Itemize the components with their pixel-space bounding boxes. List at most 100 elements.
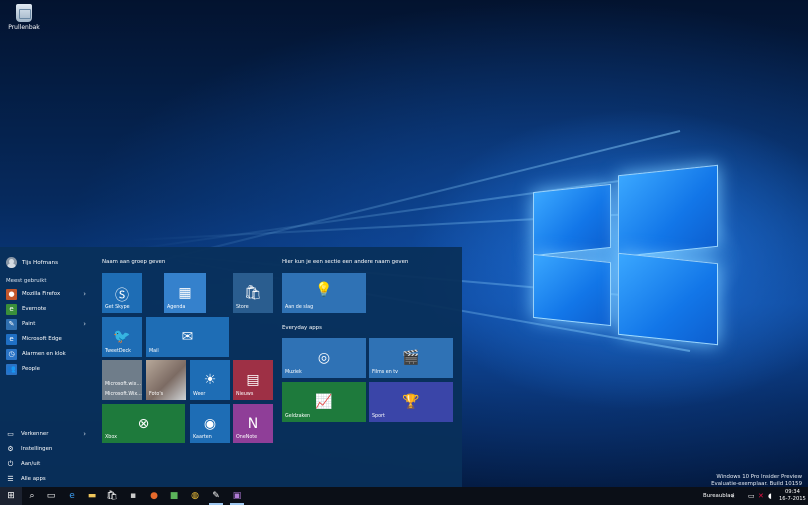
tile-store[interactable]: 🛍 Store bbox=[233, 273, 273, 313]
system-verkenner[interactable]: ▭ Verkenner › bbox=[6, 427, 90, 441]
system-label: Aan/uit bbox=[21, 461, 41, 467]
windows-logo-pane bbox=[533, 253, 611, 327]
taskbar-explorer[interactable]: ▬ bbox=[82, 487, 102, 505]
news-icon: ▤ bbox=[246, 372, 260, 388]
taskbar-store[interactable]: 🛍 bbox=[102, 487, 122, 505]
tile-onenote[interactable]: N OneNote bbox=[233, 404, 273, 443]
system-alle-apps[interactable]: ☰ Alle apps bbox=[6, 472, 90, 486]
music-icon: ◎ bbox=[317, 350, 331, 366]
notification-icon[interactable]: ▭ bbox=[748, 487, 755, 505]
system-label: Alle apps bbox=[21, 476, 46, 482]
group-title[interactable]: Hier kun je een sectie een andere naam g… bbox=[282, 259, 408, 265]
tile-skype[interactable]: Ⓢ Get Skype bbox=[102, 273, 142, 313]
taskbar-chrome[interactable]: ◍ bbox=[185, 487, 205, 505]
tile-weather[interactable]: ☀ Weer bbox=[190, 360, 230, 400]
search-button[interactable]: ⌕ bbox=[22, 487, 42, 505]
app-evernote[interactable]: e Evernote bbox=[6, 302, 90, 316]
start-button[interactable]: ⊞ bbox=[0, 487, 22, 505]
taskbar: ⊞ ⌕ ▭ e ▬ 🛍 ▪ ● ■ ◍ ✎ ▣ Bureaublad « ▭ ✕… bbox=[0, 487, 808, 505]
taskbar-app[interactable]: ▣ bbox=[227, 487, 247, 505]
desktop-toolbar-label[interactable]: Bureaublad bbox=[703, 487, 734, 505]
app-label: Paint bbox=[22, 321, 36, 327]
chevron-right-icon[interactable]: › bbox=[83, 430, 86, 438]
task-view-icon: ▭ bbox=[46, 491, 56, 501]
tile-label: Geldzaken bbox=[285, 414, 311, 419]
tile-money[interactable]: 📈 Geldzaken bbox=[282, 382, 366, 422]
system-instellingen[interactable]: ⚙ Instellingen bbox=[6, 442, 90, 456]
tile-label: Get Skype bbox=[105, 305, 130, 310]
recycle-bin-shortcut[interactable]: Prullenbak bbox=[4, 4, 44, 31]
tile-music[interactable]: ◎ Muziek bbox=[282, 338, 366, 378]
tile-label: Sport bbox=[372, 414, 385, 419]
group-title[interactable]: Naam aan groep geven bbox=[102, 259, 165, 265]
firefox-icon: ● bbox=[150, 491, 158, 501]
xbox-icon: ⊗ bbox=[137, 415, 150, 432]
edge-icon: e bbox=[6, 333, 17, 345]
clock[interactable]: 09:34 16-7-2015 bbox=[779, 487, 806, 505]
start-left-column: Tijs Hofmans Meest gebruikt ● Mozilla Fi… bbox=[0, 247, 93, 488]
app-icon: ▣ bbox=[232, 491, 242, 501]
app-mozilla-firefox[interactable]: ● Mozilla Firefox › bbox=[6, 287, 90, 301]
system-label: Verkenner bbox=[21, 431, 49, 437]
app-paint[interactable]: ✎ Paint › bbox=[6, 317, 90, 331]
tile-photos[interactable]: Foto's bbox=[146, 360, 186, 400]
tile-label: Foto's bbox=[149, 392, 164, 397]
search-icon: ⌕ bbox=[29, 491, 35, 501]
tile-label: Weer bbox=[193, 392, 206, 397]
windows-logo-pane bbox=[533, 183, 611, 257]
taskbar-edge[interactable]: e bbox=[62, 487, 82, 505]
chevron-right-icon[interactable]: › bbox=[83, 290, 86, 298]
tile-label: TweetDeck bbox=[105, 349, 131, 354]
tile-news[interactable]: ▤ Nieuws bbox=[233, 360, 273, 400]
terminal-icon: ▪ bbox=[129, 491, 137, 501]
chart-icon: 📈 bbox=[315, 394, 333, 410]
tile-mail[interactable]: ✉ Mail bbox=[146, 317, 229, 357]
chevron-up-icon[interactable]: « bbox=[731, 487, 735, 505]
user-account[interactable]: Tijs Hofmans bbox=[6, 257, 58, 268]
tile-agenda[interactable]: ▦ Agenda bbox=[164, 273, 206, 313]
edge-icon: e bbox=[69, 491, 75, 501]
gear-icon: ⚙ bbox=[7, 445, 14, 453]
store-icon: 🛍 bbox=[106, 491, 118, 501]
volume-icon[interactable]: ◖ bbox=[768, 487, 772, 505]
system-aan-uit[interactable]: ⏻ Aan/uit bbox=[6, 457, 90, 471]
app-alarmen-en-klok[interactable]: ◷ Alarmen en klok bbox=[6, 347, 90, 361]
taskbar-paint[interactable]: ✎ bbox=[206, 487, 226, 505]
tile-sport[interactable]: 🏆 Sport bbox=[369, 382, 453, 422]
people-icon: 👥 bbox=[6, 363, 17, 375]
paint-icon: ✎ bbox=[6, 318, 17, 330]
taskbar-firefox[interactable]: ● bbox=[144, 487, 164, 505]
twitter-icon: 🐦 bbox=[113, 329, 131, 345]
taskbar-cmd[interactable]: ▪ bbox=[123, 487, 143, 505]
tile-maps[interactable]: ◉ Kaarten bbox=[190, 404, 230, 443]
lightbulb-icon: 💡 bbox=[315, 281, 333, 298]
windows-logo-pane bbox=[618, 164, 718, 258]
alarm-icon: ◷ bbox=[6, 348, 17, 360]
tile-label: Xbox bbox=[105, 435, 117, 440]
network-warning-icon[interactable]: ✕ bbox=[758, 487, 764, 505]
group-title[interactable]: Everyday apps bbox=[282, 325, 322, 331]
onenote-icon: N bbox=[247, 415, 259, 432]
tile-microsoft-wix[interactable]: Microsoft.wix... Microsoft.Wix... bbox=[102, 360, 142, 400]
tile-label: Mail bbox=[149, 349, 159, 354]
task-view-button[interactable]: ▭ bbox=[41, 487, 61, 505]
trophy-icon: 🏆 bbox=[402, 394, 420, 410]
tile-films[interactable]: 🎬 Films en tv bbox=[369, 338, 453, 378]
clock-date: 16-7-2015 bbox=[779, 496, 806, 502]
evernote-icon: ■ bbox=[169, 491, 179, 501]
tile-xbox[interactable]: ⊗ Xbox bbox=[102, 404, 185, 443]
calendar-icon: ▦ bbox=[178, 285, 192, 301]
app-label: People bbox=[22, 366, 40, 372]
tile-get-started[interactable]: 💡 Aan de slag bbox=[282, 273, 366, 313]
app-people[interactable]: 👥 People bbox=[6, 362, 90, 376]
app-label: Mozilla Firefox bbox=[22, 291, 61, 297]
taskbar-evernote[interactable]: ■ bbox=[164, 487, 184, 505]
tile-label: OneNote bbox=[236, 435, 258, 440]
app-label: Alarmen en klok bbox=[22, 351, 66, 357]
power-icon: ⏻ bbox=[7, 459, 14, 468]
chevron-right-icon[interactable]: › bbox=[83, 320, 86, 328]
start-menu: Tijs Hofmans Meest gebruikt ● Mozilla Fi… bbox=[0, 247, 462, 488]
app-microsoft-edge[interactable]: e Microsoft Edge bbox=[6, 332, 90, 346]
tile-tweetdeck[interactable]: 🐦 TweetDeck bbox=[102, 317, 142, 357]
tile-label: Nieuws bbox=[236, 392, 254, 397]
